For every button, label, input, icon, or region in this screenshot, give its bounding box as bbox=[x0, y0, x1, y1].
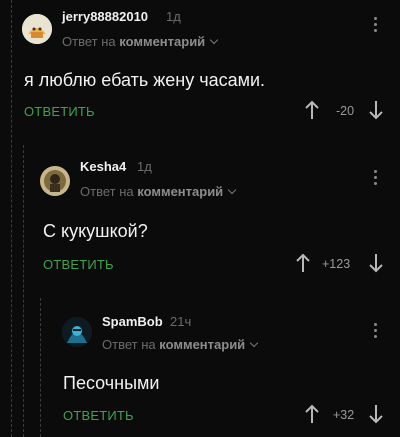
arrow-up-icon[interactable] bbox=[295, 252, 311, 274]
reply-to-target[interactable]: комментарий bbox=[159, 337, 245, 352]
chevron-down-icon bbox=[249, 338, 259, 348]
reply-button[interactable]: ОТВЕТИТЬ bbox=[63, 408, 134, 423]
chevron-down-icon bbox=[209, 35, 219, 45]
username[interactable]: Kesha4 bbox=[80, 159, 126, 174]
arrow-down-icon[interactable] bbox=[368, 403, 384, 425]
reply-to-target[interactable]: комментарий bbox=[119, 34, 205, 49]
menu-dots-icon[interactable] bbox=[373, 323, 379, 341]
reply-to-prefix: Ответ на bbox=[102, 337, 156, 352]
reply-to-link[interactable]: Ответ на комментарий bbox=[102, 337, 259, 352]
reply-button[interactable]: ОТВЕТИТЬ bbox=[24, 104, 95, 119]
comment-time: 21ч bbox=[170, 314, 192, 329]
reply-to-link[interactable]: Ответ на комментарий bbox=[80, 184, 237, 199]
avatar[interactable] bbox=[40, 166, 70, 196]
comment-text: я люблю ебать жену часами. bbox=[24, 70, 266, 90]
avatar[interactable] bbox=[62, 317, 92, 347]
reply-to-target[interactable]: комментарий bbox=[137, 184, 223, 199]
comment-text: С кукушкой? bbox=[43, 221, 148, 241]
comment-3: SpamBob 21ч Ответ на комментарий Песочны… bbox=[0, 295, 400, 437]
comment-1: jerry88882010 1д Ответ на комментарий я … bbox=[0, 0, 400, 140]
rating-value: +123 bbox=[322, 257, 351, 271]
reply-to-prefix: Ответ на bbox=[62, 34, 116, 49]
arrow-down-icon[interactable] bbox=[368, 252, 384, 274]
username[interactable]: SpamBob bbox=[102, 314, 163, 329]
comment-2: Kesha4 1д Ответ на комментарий С кукушко… bbox=[0, 140, 400, 290]
arrow-up-icon[interactable] bbox=[304, 99, 320, 121]
reply-to-link[interactable]: Ответ на комментарий bbox=[62, 34, 219, 49]
chevron-down-icon bbox=[227, 185, 237, 195]
arrow-up-icon[interactable] bbox=[304, 403, 320, 425]
username[interactable]: jerry88882010 bbox=[62, 9, 148, 24]
reply-to-prefix: Ответ на bbox=[80, 184, 134, 199]
reply-button[interactable]: ОТВЕТИТЬ bbox=[43, 257, 114, 272]
arrow-down-icon[interactable] bbox=[368, 99, 384, 121]
rating-value: +32 bbox=[333, 408, 355, 422]
comment-time: 1д bbox=[166, 9, 181, 24]
rating-value: -20 bbox=[336, 104, 355, 118]
menu-dots-icon[interactable] bbox=[373, 170, 379, 188]
comment-time: 1д bbox=[137, 159, 152, 174]
comment-text: Песочными bbox=[63, 373, 160, 393]
avatar[interactable] bbox=[22, 14, 52, 44]
menu-dots-icon[interactable] bbox=[373, 17, 379, 35]
